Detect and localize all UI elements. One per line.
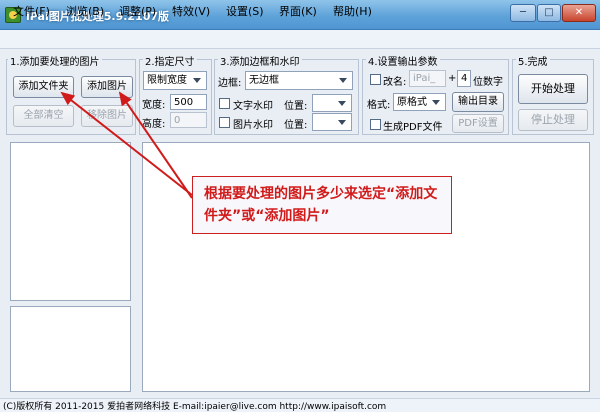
arrow-to-add-folder — [60, 91, 193, 196]
annotation-text: 根据要处理的图片多少来选定“添加文件夹”或“添加图片” — [204, 186, 438, 224]
status-text: (C)版权所有 2011-2015 爱拍者网络科技 E-mail:ipaier@… — [3, 402, 387, 412]
arrow-to-add-image — [118, 91, 193, 199]
